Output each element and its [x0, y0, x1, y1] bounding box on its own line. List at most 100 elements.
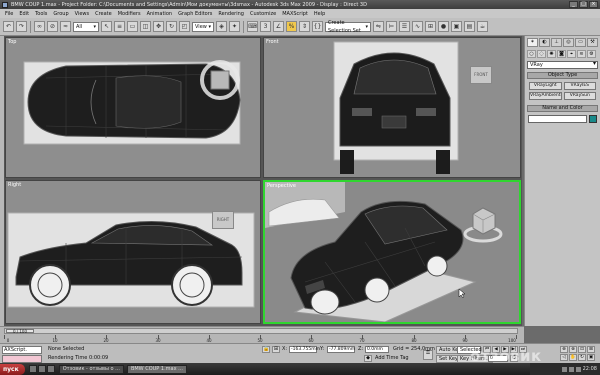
rendered-frame-window-icon[interactable]: ▤ — [464, 21, 475, 32]
menu-views[interactable]: Views — [72, 11, 92, 17]
viewport-perspective[interactable]: Perspective — [263, 180, 521, 324]
link-icon[interactable]: ∞ — [34, 21, 45, 32]
align-icon[interactable]: ⊨ — [386, 21, 397, 32]
bind-space-warp-icon[interactable]: ≈ — [60, 21, 71, 32]
vraysun-button[interactable]: VRaySun — [563, 92, 596, 100]
space-warps-icon[interactable]: ≋ — [577, 50, 586, 58]
region-select-icon[interactable]: ▭ — [127, 21, 138, 32]
category-dropdown[interactable]: VRay — [527, 61, 598, 69]
spinner-snap-icon[interactable]: ⇕ — [299, 21, 310, 32]
menu-tools[interactable]: Tools — [32, 11, 50, 17]
name-and-color-rollout[interactable]: Name and Color — [527, 105, 598, 112]
select-rotate-icon[interactable]: ↻ — [166, 21, 177, 32]
absolute-mode-icon[interactable]: ⊞ — [272, 346, 280, 353]
keyboard-shortcut-icon[interactable]: ⌨ — [247, 21, 258, 32]
menu-help[interactable]: Help — [311, 11, 328, 17]
maximize-viewport-icon[interactable]: ▣ — [587, 354, 595, 361]
viewcube-front[interactable]: FRONT — [470, 66, 492, 84]
minimize-button[interactable]: _ — [569, 1, 578, 8]
menu-rendering[interactable]: Rendering — [215, 11, 247, 17]
viewcube-right[interactable]: RIGHT — [212, 211, 234, 229]
percent-snap-icon[interactable]: % — [286, 21, 297, 32]
select-scale-icon[interactable]: ◰ — [179, 21, 190, 32]
display-tab-icon[interactable]: ▭ — [575, 38, 586, 47]
systems-icon[interactable]: ⚙ — [587, 50, 596, 58]
layer-manager-icon[interactable]: ☰ — [399, 21, 410, 32]
menu-customize[interactable]: Customize — [247, 11, 279, 17]
y-coordinate-field[interactable]: -77.809mm — [327, 346, 355, 353]
object-name-input[interactable] — [528, 115, 587, 123]
select-by-name-icon[interactable]: ≡ — [114, 21, 125, 32]
undo-icon[interactable]: ↶ — [3, 21, 14, 32]
viewport-top[interactable]: Top — [5, 37, 261, 178]
mirror-icon[interactable]: ⇋ — [373, 21, 384, 32]
selection-filter-dropdown[interactable]: All ▾ — [73, 21, 99, 32]
object-type-rollout[interactable]: Object Type — [527, 72, 598, 79]
vrayies-button[interactable]: VRayIES — [563, 82, 596, 90]
time-slider[interactable]: 0 / 100 — [4, 328, 518, 334]
tray-icon[interactable] — [568, 366, 574, 372]
snap-toggle-icon[interactable]: 3 — [260, 21, 271, 32]
viewcube-top[interactable] — [198, 58, 242, 102]
tray-icon[interactable] — [575, 366, 581, 372]
select-object-icon[interactable]: ↖ — [101, 21, 112, 32]
schematic-view-icon[interactable]: ⊞ — [425, 21, 436, 32]
viewport-perspective-label[interactable]: Perspective — [267, 183, 296, 189]
lights-icon[interactable]: ✺ — [547, 50, 556, 58]
zoom-icon[interactable]: ⊕ — [560, 346, 568, 353]
quick-launch-icon[interactable] — [37, 365, 46, 373]
viewport-front-label[interactable]: Front — [266, 39, 279, 45]
zoom-extents-all-icon[interactable]: ⊞ — [587, 346, 595, 353]
pan-view-icon[interactable]: ✋ — [569, 354, 577, 361]
render-setup-icon[interactable]: ▣ — [451, 21, 462, 32]
menu-modifiers[interactable]: Modifiers — [115, 11, 144, 17]
quick-launch-icon[interactable] — [46, 365, 55, 373]
vrayambientlight-button[interactable]: VRayAmbientLig — [529, 92, 562, 100]
angle-snap-icon[interactable]: ∠ — [273, 21, 284, 32]
modify-tab-icon[interactable]: ◐ — [539, 38, 550, 47]
curve-editor-icon[interactable]: ∿ — [412, 21, 423, 32]
vraylight-button[interactable]: VRayLight — [529, 82, 562, 90]
utilities-tab-icon[interactable]: ⚒ — [587, 38, 598, 47]
menu-file[interactable]: File — [2, 11, 16, 17]
menu-group[interactable]: Group — [50, 11, 71, 17]
menu-animation[interactable]: Animation — [144, 11, 176, 17]
edit-named-selection-icon[interactable]: {} — [312, 21, 323, 32]
render-production-icon[interactable]: ☕ — [477, 21, 488, 32]
zoom-extents-icon[interactable]: ⊡ — [578, 346, 586, 353]
maxscript-listener-output[interactable] — [2, 355, 42, 363]
material-editor-icon[interactable]: ● — [438, 21, 449, 32]
zoom-all-icon[interactable]: ⊗ — [569, 346, 577, 353]
hierarchy-tab-icon[interactable]: ⊥ — [551, 38, 562, 47]
named-selection-sets-dropdown[interactable]: Create Selection Set ▾ — [325, 20, 371, 34]
viewport-top-label[interactable]: Top — [8, 39, 16, 45]
close-button[interactable]: × — [589, 1, 598, 8]
manipulate-icon[interactable]: ✦ — [229, 21, 240, 32]
menu-maxscript[interactable]: MAXScript — [279, 11, 311, 17]
menu-create[interactable]: Create — [92, 11, 115, 17]
set-key-icon[interactable]: ⚿ — [423, 350, 433, 360]
window-crossing-icon[interactable]: ◫ — [140, 21, 151, 32]
viewcube-perspective[interactable] — [461, 200, 505, 246]
time-slider-thumb[interactable]: 0 / 100 — [6, 329, 34, 334]
select-move-icon[interactable]: ✥ — [153, 21, 164, 32]
object-color-swatch[interactable] — [589, 115, 597, 123]
lock-selection-icon[interactable]: 🔒 — [262, 346, 270, 353]
create-tab-icon[interactable]: ✶ — [527, 38, 538, 47]
menu-graph-editors[interactable]: Graph Editors — [175, 11, 215, 17]
cameras-icon[interactable]: ◙ — [557, 50, 566, 58]
quick-launch-icon[interactable] — [28, 365, 37, 373]
menu-edit[interactable]: Edit — [16, 11, 32, 17]
viewport-front[interactable]: Front FRONT — [263, 37, 521, 178]
reference-coordinate-dropdown[interactable]: View ▾ — [192, 21, 214, 32]
geometry-icon[interactable]: ○ — [527, 50, 536, 58]
unlink-icon[interactable]: ⊘ — [47, 21, 58, 32]
x-coordinate-field[interactable]: -163.755mm — [289, 346, 320, 353]
maximize-button[interactable]: □ — [579, 1, 588, 8]
motion-tab-icon[interactable]: ◎ — [563, 38, 574, 47]
pivot-center-icon[interactable]: ◈ — [216, 21, 227, 32]
field-of-view-icon[interactable]: ◁ — [560, 354, 568, 361]
taskbar-item[interactable]: Отзовик - отзывы о ... — [58, 364, 124, 374]
helpers-icon[interactable]: ⌖ — [567, 50, 576, 58]
taskbar-item-active[interactable]: BMW COUP 1.max ... — [126, 364, 187, 374]
